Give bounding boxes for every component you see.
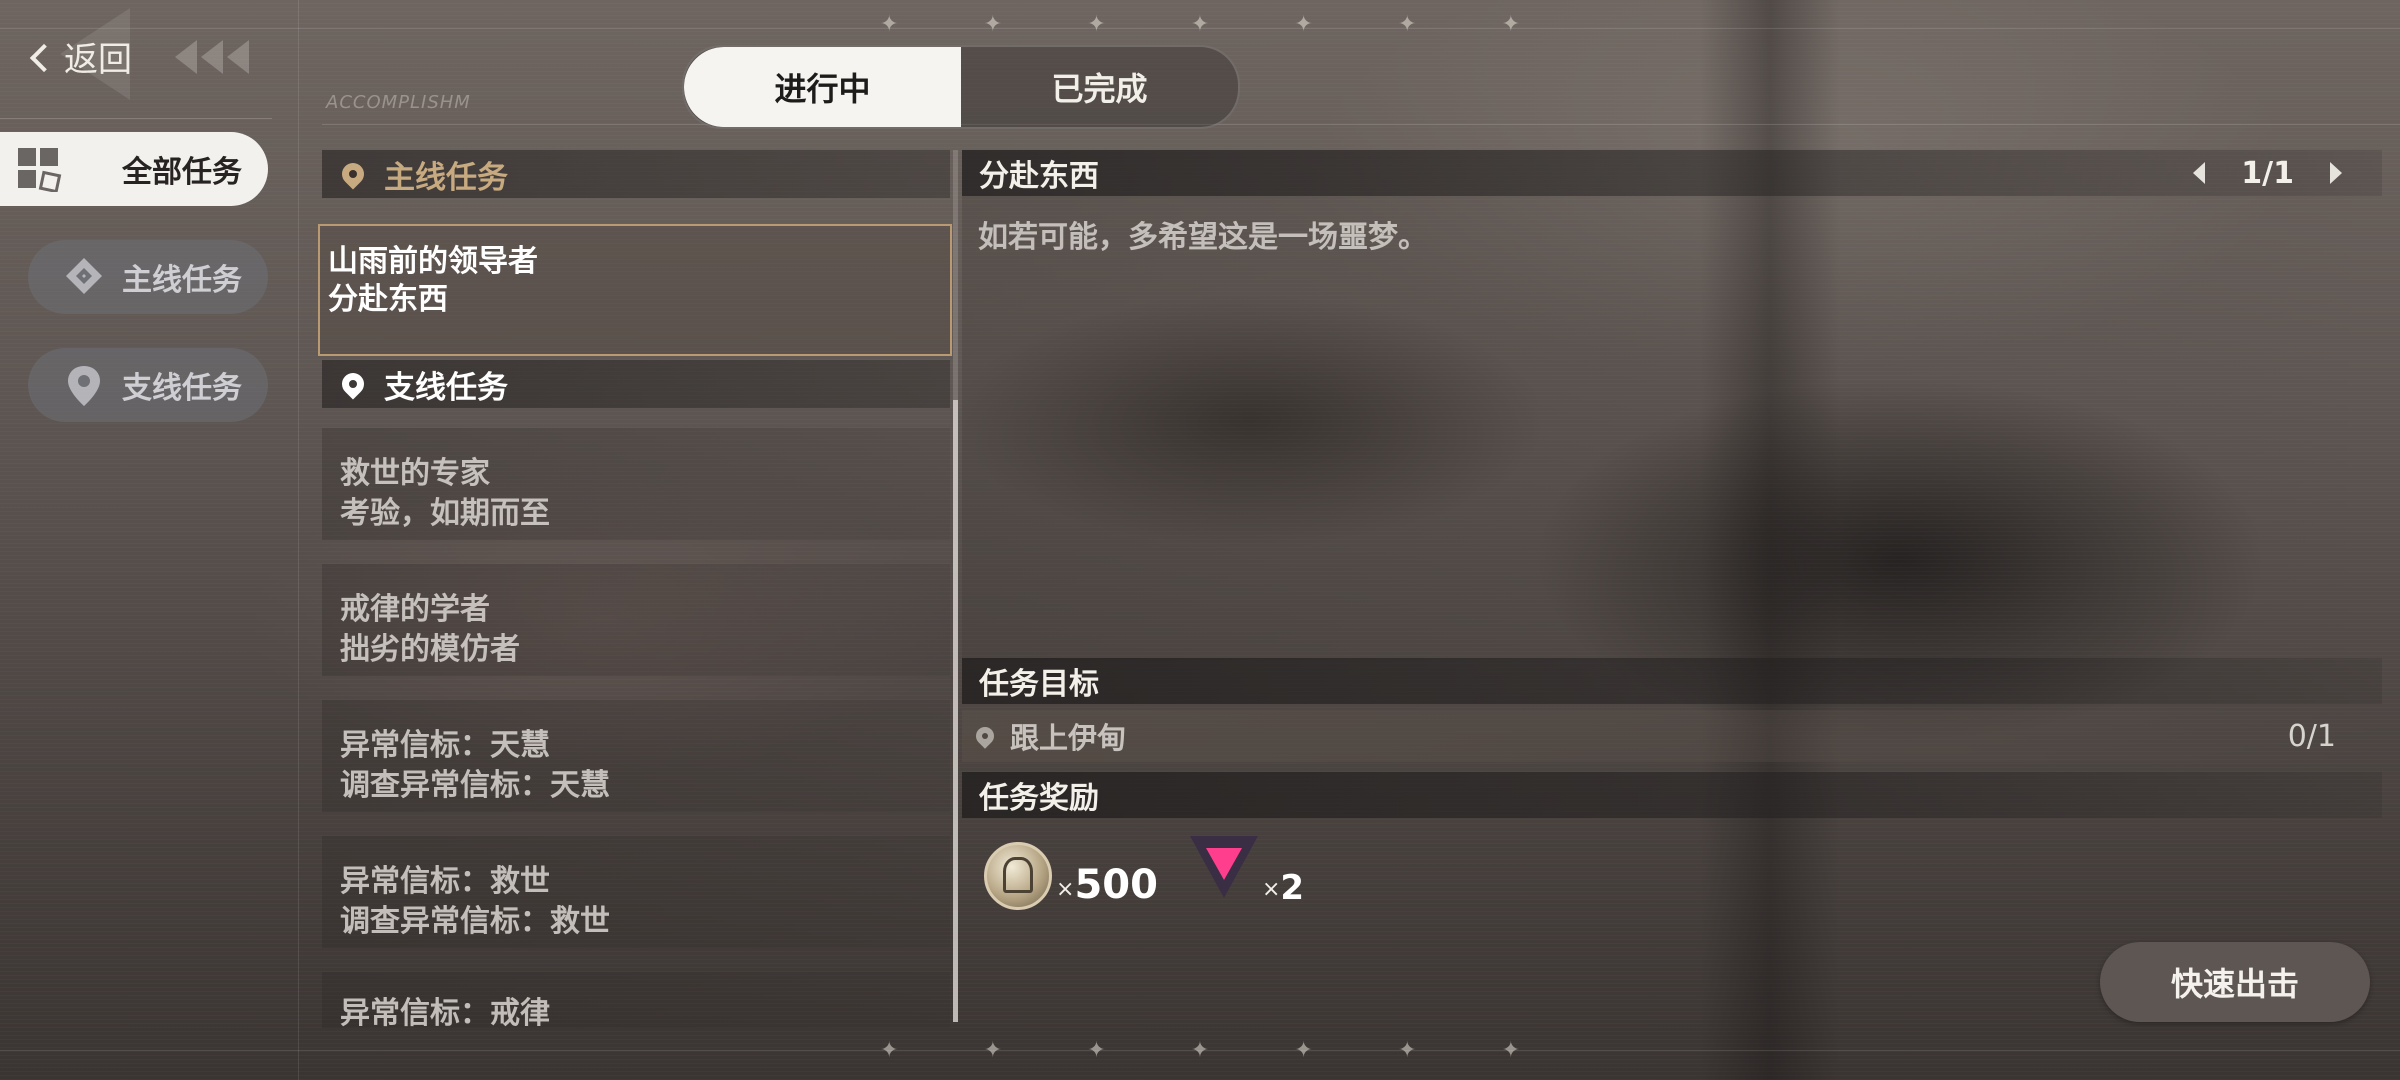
nav-divider: [298, 0, 299, 1080]
quest-detail-title: 分赴东西: [979, 159, 1099, 194]
objective-section-header: 任务目标: [962, 658, 2382, 704]
quest-detail-header: 分赴东西 1/1: [962, 150, 2382, 196]
section-title: 主线任务: [384, 159, 508, 196]
header-divider: [322, 124, 2400, 125]
chevron-left-icon: [29, 43, 59, 72]
nav-item-all-quests[interactable]: 全部任务: [0, 132, 268, 206]
reward-section-header: 任务奖励: [962, 772, 2382, 818]
back-label: 返回: [64, 40, 132, 80]
nav-label: 主线任务: [122, 263, 242, 298]
page-indicator: 1/1: [2241, 155, 2294, 191]
tab-completed[interactable]: 已完成: [961, 47, 1238, 127]
nav-label: 全部任务: [122, 155, 242, 190]
quest-title: 考验，如期而至: [340, 496, 550, 531]
reward-item[interactable]: × 2: [1186, 836, 1304, 908]
status-tabs: 进行中 已完成: [682, 45, 1240, 129]
description-panel: [962, 196, 2382, 660]
quest-item[interactable]: 异常信标：天慧 调查异常信标：天慧: [322, 700, 950, 812]
location-pin-icon: [972, 723, 998, 749]
quest-title: 调查异常信标：救世: [340, 904, 610, 939]
reward-quantity: 2: [1280, 868, 1305, 908]
back-arrows-decoration: [175, 40, 249, 74]
page-navigator: 1/1: [2193, 150, 2342, 196]
quest-chapter: 异常信标：救世: [340, 864, 550, 899]
next-page-icon[interactable]: [2330, 162, 2342, 184]
nav-item-side-quests[interactable]: 支线任务: [28, 348, 268, 422]
quest-title: 拙劣的模仿者: [340, 632, 520, 667]
objective-header-label: 任务目标: [979, 667, 1099, 702]
nav-label: 支线任务: [122, 371, 242, 406]
accomplishment-watermark: ACCOMPLISHM: [326, 92, 471, 113]
nav-item-main-quests[interactable]: 主线任务: [28, 240, 268, 314]
quest-chapter: 异常信标：戒律: [340, 996, 550, 1028]
nav-top-divider: [0, 118, 272, 119]
bottom-star-decoration: ✦ ✦ ✦ ✦ ✦ ✦ ✦: [880, 1038, 1520, 1063]
tab-in-progress[interactable]: 进行中: [684, 47, 961, 127]
location-pin-icon: [337, 158, 369, 190]
quest-item[interactable]: 异常信标：救世 调查异常信标：救世: [322, 836, 950, 948]
quick-sortie-button[interactable]: 快速出击: [2100, 942, 2370, 1022]
coin-icon: [980, 836, 1052, 910]
quest-item[interactable]: 异常信标：戒律: [322, 972, 950, 1028]
gem-icon: [1186, 836, 1258, 908]
diamond-icon: [66, 258, 102, 294]
quest-chapter: 异常信标：天慧: [340, 728, 550, 763]
location-pin-icon: [68, 366, 100, 406]
quest-title: 调查异常信标：天慧: [340, 768, 610, 803]
grid-icon: [18, 148, 62, 192]
reward-item[interactable]: × 500: [980, 836, 1158, 910]
previous-page-icon[interactable]: [2193, 162, 2206, 184]
reward-header-label: 任务奖励: [979, 781, 1099, 816]
reward-multiplier: ×: [1056, 877, 1075, 902]
quest-item-selected[interactable]: 山雨前的领导者 分赴东西: [318, 224, 952, 356]
quest-chapter: 救世的专家: [340, 456, 490, 491]
main-quest-section-header: 主线任务: [322, 150, 950, 198]
reward-list: × 500 × 2: [980, 836, 1304, 910]
section-title: 支线任务: [384, 369, 508, 406]
reward-quantity: 500: [1074, 862, 1158, 908]
quest-item[interactable]: 救世的专家 考验，如期而至: [322, 428, 950, 540]
quest-list-scrollbar-thumb[interactable]: [953, 400, 958, 1022]
objective-text: 跟上伊甸: [1010, 721, 1127, 755]
reward-multiplier: ×: [1261, 877, 1281, 902]
quest-item[interactable]: 戒律的学者 拙劣的模仿者: [322, 564, 950, 676]
objective-row: 跟上伊甸 0/1: [962, 710, 2382, 762]
back-button[interactable]: 返回: [29, 32, 132, 81]
quest-title: 分赴东西: [328, 282, 448, 317]
objective-progress: 0/1: [2287, 718, 2336, 754]
quest-chapter: 戒律的学者: [340, 592, 490, 627]
top-star-decoration: ✦ ✦ ✦ ✦ ✦ ✦ ✦: [880, 12, 1520, 37]
side-quest-section-header: 支线任务: [322, 360, 950, 408]
location-pin-icon: [337, 368, 369, 400]
quest-description: 如若可能，多希望这是一场噩梦。: [978, 220, 1428, 255]
